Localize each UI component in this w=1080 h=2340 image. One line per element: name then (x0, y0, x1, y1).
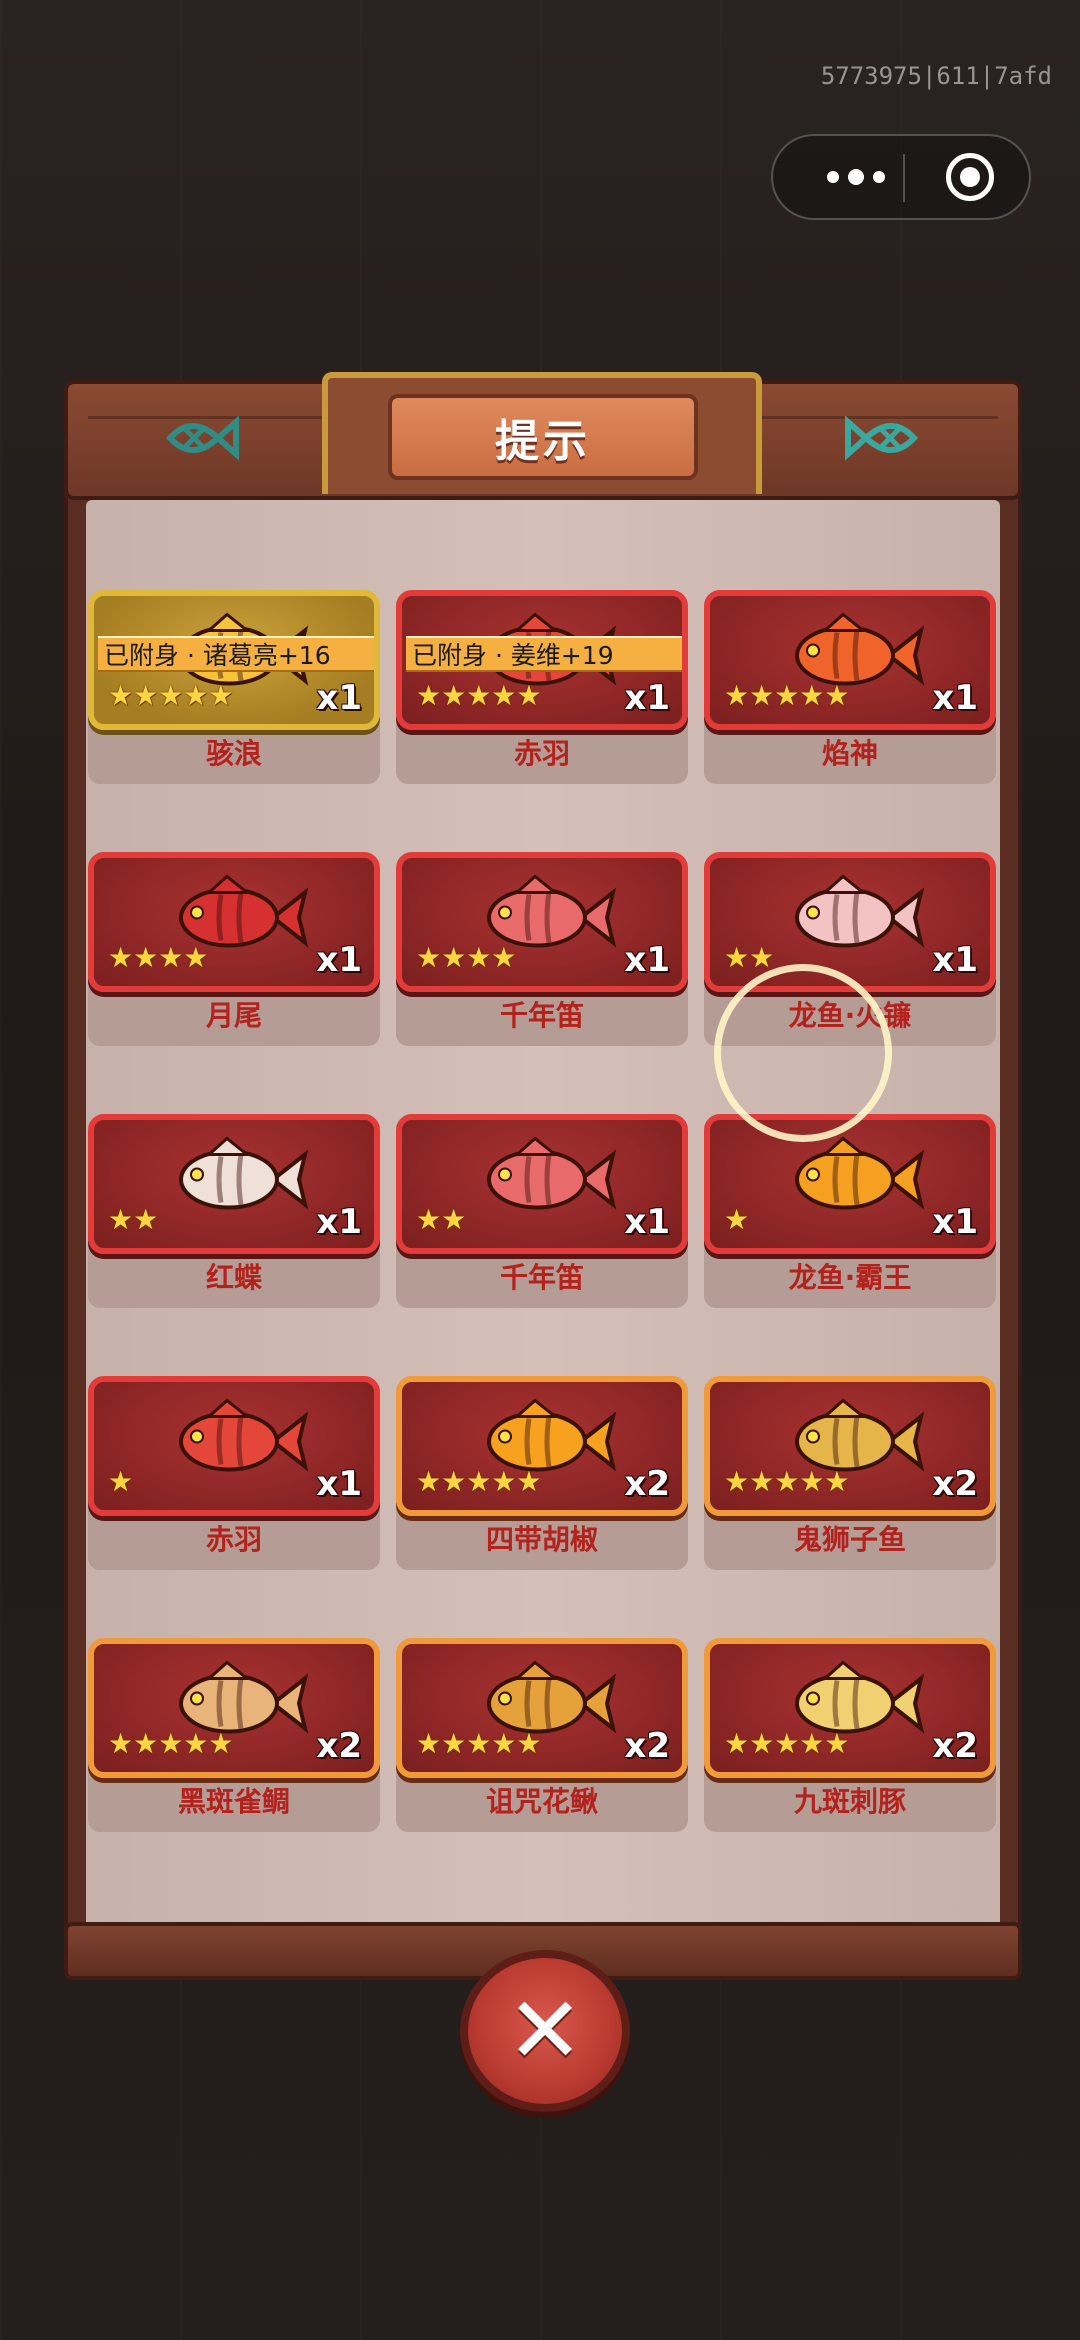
capsule-divider (903, 154, 905, 202)
fish-card[interactable]: 黑斑雀鲷 ★★★★★ x2 (88, 1638, 380, 1832)
fish-card[interactable]: 鬼狮子鱼 ★★★★★ x2 (704, 1376, 996, 1570)
fish-tile: ★★★★ x1 (396, 852, 688, 992)
item-count: x1 (932, 1202, 978, 1242)
star-rating: ★★★★ (416, 941, 517, 974)
fish-tile: 已附身 · 诸葛亮+16 ★★★★★ x1 (88, 590, 380, 730)
item-count: x1 (932, 678, 978, 718)
fish-tile: ★★ x1 (704, 852, 996, 992)
fish-tile: ★★★★★ x1 (704, 590, 996, 730)
fish-tile: ★★★★★ x2 (88, 1638, 380, 1778)
close-icon: ✕ (506, 1977, 584, 2084)
item-count: x1 (316, 940, 362, 980)
item-count: x1 (316, 1464, 362, 1504)
fish-card[interactable]: 月尾 ★★★★ x1 (88, 852, 380, 1046)
star-rating: ★★★★★ (724, 1465, 850, 1498)
fish-card[interactable]: 赤羽 ★ x1 (88, 1376, 380, 1570)
close-button[interactable]: ✕ (460, 1950, 630, 2112)
fish-card[interactable]: 焰神 ★★★★★ x1 (704, 590, 996, 784)
attached-hero-banner: 已附身 · 诸葛亮+16 (98, 636, 374, 672)
star-rating: ★★★★★ (108, 1727, 234, 1760)
item-count: x2 (624, 1726, 670, 1766)
fish-tile: ★★ x1 (88, 1114, 380, 1254)
star-rating: ★★★★★ (416, 1465, 542, 1498)
star-rating: ★ (724, 1203, 750, 1236)
item-count: x2 (624, 1464, 670, 1504)
more-dots-icon[interactable] (811, 136, 901, 218)
touch-indicator (714, 964, 892, 1142)
item-count: x1 (316, 678, 362, 718)
panel-title: 提示 (388, 394, 698, 480)
fish-card[interactable]: 骇浪 已附身 · 诸葛亮+16 ★★★★★ x1 (88, 590, 380, 784)
fish-icon (179, 1398, 309, 1472)
item-count: x2 (316, 1726, 362, 1766)
item-count: x2 (932, 1464, 978, 1504)
item-count: x1 (624, 678, 670, 718)
star-rating: ★★ (108, 1203, 159, 1236)
item-count: x1 (316, 1202, 362, 1242)
star-rating: ★ (108, 1465, 134, 1498)
star-rating: ★★★★★ (416, 1727, 542, 1760)
fish-tile: 已附身 · 姜维+19 ★★★★★ x1 (396, 590, 688, 730)
fish-tile: ★ x1 (88, 1376, 380, 1516)
star-rating: ★★★★ (108, 941, 209, 974)
build-id-label: 5773975|611|7afd (820, 62, 1052, 90)
fish-emblem-left-icon (165, 415, 239, 461)
fish-tile: ★ x1 (704, 1114, 996, 1254)
item-count: x1 (932, 940, 978, 980)
fish-tile: ★★★★ x1 (88, 852, 380, 992)
fish-tile: ★★★★★ x2 (396, 1376, 688, 1516)
fish-card[interactable]: 千年笛 ★★★★ x1 (396, 852, 688, 1046)
fish-card[interactable]: 赤羽 已附身 · 姜维+19 ★★★★★ x1 (396, 590, 688, 784)
target-circle-icon[interactable] (946, 153, 994, 201)
fish-tile: ★★★★★ x2 (704, 1638, 996, 1778)
star-rating: ★★ (724, 941, 775, 974)
star-rating: ★★ (416, 1203, 467, 1236)
attached-hero-banner: 已附身 · 姜维+19 (406, 636, 682, 672)
fish-card[interactable]: 诅咒花鳅 ★★★★★ x2 (396, 1638, 688, 1832)
fish-card[interactable]: 红蝶 ★★ x1 (88, 1114, 380, 1308)
item-count: x1 (624, 940, 670, 980)
fish-icon (179, 1136, 309, 1210)
item-count: x2 (932, 1726, 978, 1766)
fish-card[interactable]: 千年笛 ★★ x1 (396, 1114, 688, 1308)
fish-icon (795, 1136, 925, 1210)
mini-program-capsule (771, 134, 1031, 220)
item-count: x1 (624, 1202, 670, 1242)
star-rating: ★★★★★ (416, 679, 542, 712)
fish-tile: ★★★★★ x2 (704, 1376, 996, 1516)
fish-card[interactable]: 龙鱼·霸王 ★ x1 (704, 1114, 996, 1308)
fish-tile: ★★ x1 (396, 1114, 688, 1254)
fish-tile: ★★★★★ x2 (396, 1638, 688, 1778)
fish-icon (795, 874, 925, 948)
fish-card[interactable]: 九斑刺豚 ★★★★★ x2 (704, 1638, 996, 1832)
star-rating: ★★★★★ (724, 1727, 850, 1760)
star-rating: ★★★★★ (724, 679, 850, 712)
fish-card[interactable]: 四带胡椒 ★★★★★ x2 (396, 1376, 688, 1570)
fish-emblem-right-icon (845, 415, 919, 461)
star-rating: ★★★★★ (108, 679, 234, 712)
fish-icon (487, 1136, 617, 1210)
